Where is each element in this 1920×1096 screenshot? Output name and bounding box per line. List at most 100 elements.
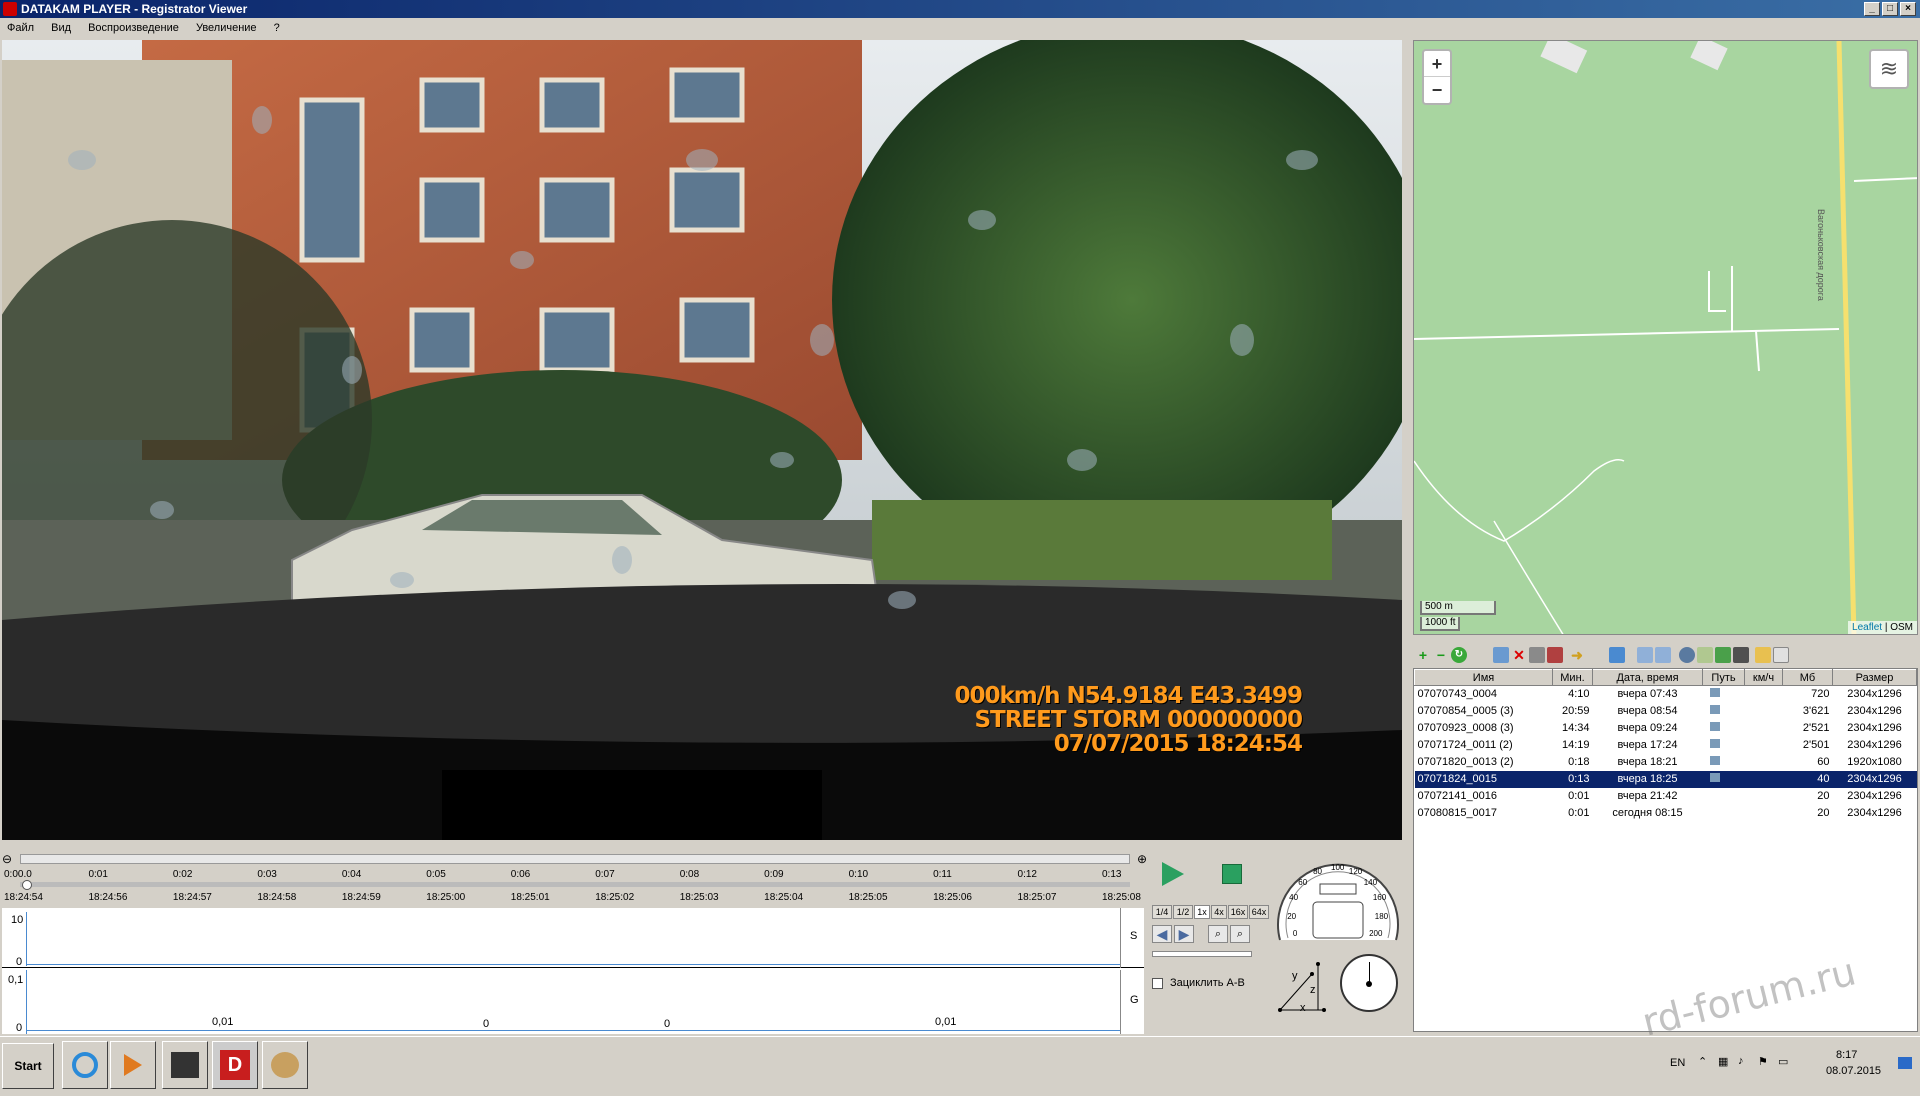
- col-mb[interactable]: Мб: [1782, 669, 1833, 686]
- open-icon[interactable]: [1609, 647, 1625, 663]
- speedometer-tick: 200: [1369, 929, 1383, 938]
- save-icon[interactable]: [1529, 647, 1545, 663]
- export-icon[interactable]: ➜: [1569, 647, 1585, 663]
- stop-icon[interactable]: [1222, 864, 1242, 884]
- close-button[interactable]: ×: [1900, 2, 1916, 16]
- play-icon[interactable]: [1162, 862, 1184, 886]
- display-icon[interactable]: ▭: [1778, 1055, 1788, 1068]
- axis-z-label: z: [1310, 984, 1316, 996]
- document-icon[interactable]: [1773, 647, 1789, 663]
- zoom-in-timeline-icon[interactable]: ⊕: [1137, 852, 1147, 866]
- g-axis-max: 0,1: [8, 974, 24, 986]
- paint-icon[interactable]: [262, 1041, 308, 1089]
- prev-frame-icon[interactable]: ◀: [1152, 925, 1172, 943]
- col-name[interactable]: Имя: [1414, 669, 1553, 686]
- file-row[interactable]: 07070743_0004 4:10 вчера 07:43 720 2304x1296: [1415, 686, 1917, 703]
- film-app-icon[interactable]: [162, 1041, 208, 1089]
- file-row[interactable]: 07070923_0008 (3) 14:34 вчера 09:24 2'521 23…: [1415, 720, 1917, 737]
- col-speed[interactable]: км/ч: [1744, 669, 1783, 686]
- file-path: [1703, 720, 1745, 737]
- datakam-app-icon[interactable]: D: [212, 1041, 258, 1089]
- folder-icon[interactable]: [1755, 647, 1771, 663]
- file-resolution: 2304x1296: [1832, 770, 1917, 788]
- file-name: 07070743_0004: [1417, 688, 1498, 701]
- start-button[interactable]: Start: [2, 1043, 54, 1089]
- next-frame-icon[interactable]: ▶: [1174, 925, 1194, 943]
- g-graph-label: G: [1130, 994, 1139, 1006]
- timeline[interactable]: ⊖ ⊕ 0:00.0 0:01 0:02 0:03 0:04 0:05 0:06 0:07 0:…: [2, 850, 1147, 906]
- ie-icon[interactable]: [62, 1041, 108, 1089]
- col-path[interactable]: Путь: [1702, 669, 1745, 686]
- zoom-out-timeline-icon[interactable]: ⊖: [2, 852, 12, 866]
- language-indicator[interactable]: EN: [1670, 1057, 1685, 1069]
- delete-icon[interactable]: ✕: [1511, 647, 1527, 663]
- speed-button-4x[interactable]: 4x: [1211, 905, 1227, 919]
- file-mb: 720: [1811, 688, 1830, 701]
- menu-file[interactable]: Файл: [0, 18, 41, 38]
- chart-icon[interactable]: [1697, 647, 1713, 663]
- file-path: [1703, 754, 1745, 771]
- col-min[interactable]: Мин.: [1552, 669, 1593, 686]
- path-icon: [1709, 773, 1720, 782]
- layers-icon[interactable]: ≋: [1869, 49, 1909, 89]
- menu-bar: Файл Вид Воспроизведение Увеличение ?: [0, 18, 1920, 38]
- file-row[interactable]: 07072141_0016 0:01 вчера 21:42 20 2304x1296: [1415, 788, 1917, 805]
- map-zoom-out-button[interactable]: −: [1424, 77, 1450, 103]
- map-icon[interactable]: [1715, 647, 1731, 663]
- network-icon[interactable]: ▦: [1718, 1055, 1728, 1068]
- file-row[interactable]: 07071824_0015 0:13 вчера 18:25 40 2304x1296: [1414, 770, 1917, 788]
- volume-icon[interactable]: ♪: [1738, 1055, 1744, 1067]
- show-desktop-icon[interactable]: [1898, 1057, 1912, 1069]
- timeline-playhead[interactable]: [22, 880, 32, 890]
- file-row[interactable]: 07070854_0005 (3) 20:59 вчера 08:54 3'621 23…: [1415, 703, 1917, 720]
- add-icon[interactable]: +: [1415, 647, 1431, 663]
- menu-help[interactable]: ?: [267, 18, 287, 38]
- clock-time[interactable]: 8:17: [1836, 1049, 1857, 1061]
- speed-button-1-2[interactable]: 1/2: [1173, 905, 1193, 919]
- file-row[interactable]: 07071820_0013 (2) 0:18 вчера 18:21 60 1920x1…: [1415, 754, 1917, 771]
- zoom-reset-icon[interactable]: ⌕: [1230, 925, 1250, 943]
- g-value-label: 0: [483, 1018, 490, 1030]
- speed-button-1-4[interactable]: 1/4: [1152, 905, 1172, 919]
- window-titlebar[interactable]: DATAKAM PLAYER - Registrator Viewer _ □ …: [0, 0, 1920, 18]
- tray-expand-icon[interactable]: ⌃: [1698, 1055, 1707, 1068]
- volume-slider[interactable]: [1152, 951, 1252, 957]
- map-zoom-in-button[interactable]: +: [1424, 51, 1450, 77]
- col-size[interactable]: Размер: [1832, 669, 1917, 686]
- menu-view[interactable]: Вид: [44, 18, 78, 38]
- film-icon[interactable]: [1733, 647, 1749, 663]
- snapshot-icon[interactable]: [1547, 647, 1563, 663]
- refresh-icon[interactable]: ↻: [1451, 647, 1467, 663]
- menu-playback[interactable]: Воспроизведение: [81, 18, 186, 38]
- speed-button-64x[interactable]: 64x: [1249, 905, 1269, 919]
- minimize-button[interactable]: _: [1864, 2, 1880, 16]
- speed-button-16x[interactable]: 16x: [1228, 905, 1248, 919]
- menu-zoom[interactable]: Увеличение: [189, 18, 264, 38]
- speedometer-tick: 120: [1348, 866, 1363, 876]
- globe-icon[interactable]: [1679, 647, 1695, 663]
- timeline-scrollbar[interactable]: [20, 854, 1130, 864]
- video-frame[interactable]: 000km/h N54.9184 E43.3499 STREET STORM 0…: [2, 40, 1402, 840]
- file-row[interactable]: 07080815_0017 0:01 сегодня 08:15 20 2304x129…: [1415, 805, 1917, 822]
- speed-button-1x[interactable]: 1x: [1194, 905, 1210, 919]
- file-row[interactable]: 07071724_0011 (2) 14:19 вчера 17:24 2'501 23…: [1415, 737, 1917, 754]
- file-datetime: вчера 17:24: [1617, 739, 1678, 751]
- maximize-button[interactable]: □: [1882, 2, 1898, 16]
- copy-icon[interactable]: [1493, 647, 1509, 663]
- clock-date[interactable]: 08.07.2015: [1826, 1065, 1881, 1077]
- col-datetime[interactable]: Дата, время: [1592, 669, 1703, 686]
- timeline-track[interactable]: [20, 882, 1130, 887]
- flag-icon[interactable]: ⚑: [1758, 1055, 1768, 1068]
- zoom-video-icon[interactable]: ⌕: [1208, 925, 1228, 943]
- system-tray: EN ⌃ ▦ ♪ ⚑ ▭ 8:17 08.07.2015: [1640, 1041, 1920, 1089]
- window-icon[interactable]: [1637, 647, 1653, 663]
- g-axis-min: 0: [16, 1022, 23, 1034]
- leaflet-link[interactable]: Leaflet: [1852, 622, 1882, 633]
- osm-link[interactable]: OSM: [1890, 622, 1913, 633]
- search-icon[interactable]: [1655, 647, 1671, 663]
- remove-icon[interactable]: −: [1433, 647, 1449, 663]
- media-player-icon[interactable]: [110, 1041, 156, 1089]
- map-panel[interactable]: Вагоньковская дорога + − ≋ 500 m 1000 ft…: [1413, 40, 1918, 635]
- clock-ticks: 18:24:54 18:24:56 18:24:57 18:24:58 18:24:59…: [2, 892, 1144, 904]
- loop-ab-checkbox[interactable]: [1152, 978, 1163, 989]
